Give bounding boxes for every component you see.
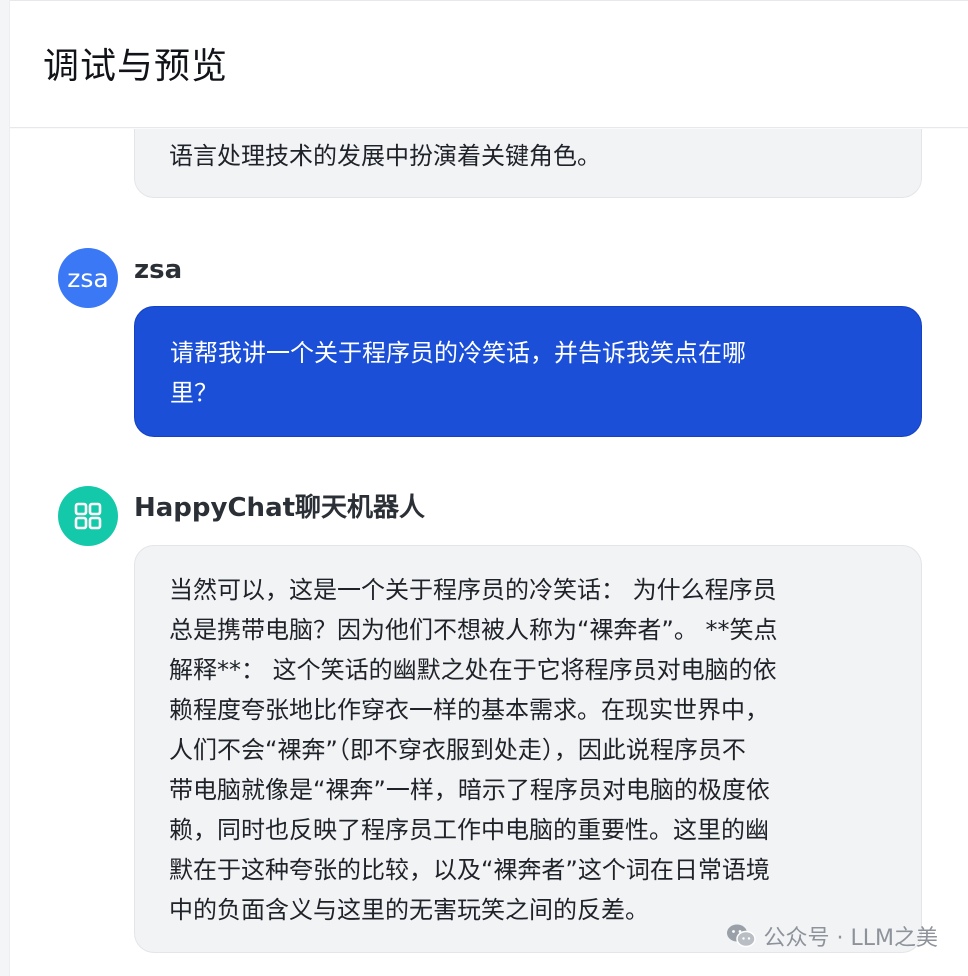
bot-message-line: 赖程度夸张地比作穿衣一样的基本需求。在现实世界中， [169,696,769,724]
bot-message-line: 总是携带电脑？因为他们不想被人称为“裸奔者”。 **笑点 [169,616,778,644]
bot-message-line: 解释**： 这个笑话的幽默之处在于它将程序员对电脑的依 [169,656,777,684]
bot-message-line: 带电脑就像是“裸奔”一样，暗示了程序员对电脑的极度依 [169,776,770,804]
user-name: zsa [134,255,183,285]
page-title: 调试与预览 [43,46,229,87]
bot-message-line: 中的负面含义与这里的无害玩笑之间的反差。 [169,896,649,924]
bot-name: HappyChat聊天机器人 [134,493,426,523]
chat-panel[interactable]: 语言处理技术的发展中扮演着关键角色。 zsa zsa 请帮我讲一个关于程序员的冷… [10,129,968,976]
bot-avatar[interactable] [58,486,118,546]
wechat-icon [726,924,756,948]
watermark-text: 公众号 · LLM之美 [763,926,938,951]
bot-message-line: 当然可以，这是一个关于程序员的冷笑话： 为什么程序员 [169,576,777,604]
bot-message-line: 默在于这种夸张的比较，以及“裸奔者”这个词在日常语境 [169,856,770,884]
bot-message-line: 人们不会“裸奔”（即不穿衣服到处走），因此说程序员不 [169,736,746,764]
bot-message-line: 赖，同时也反映了程序员工作中电脑的重要性。这里的幽 [169,816,769,844]
user-message-line: 请帮我讲一个关于程序员的冷笑话，并告诉我笑点在哪 [170,339,746,367]
previous-ai-message-text: 语言处理技术的发展中扮演着关键角色。 [169,142,601,170]
grid-icon [74,502,102,530]
user-avatar[interactable]: zsa [58,248,118,308]
bot-message: 当然可以，这是一个关于程序员的冷笑话： 为什么程序员 总是携带电脑？因为他们不想… [134,545,922,953]
watermark: 公众号 · LLM之美 [726,920,938,952]
user-message-line: 里？ [170,379,218,407]
left-panel-edge [0,0,10,976]
previous-ai-message: 语言处理技术的发展中扮演着关键角色。 [134,129,922,198]
app-frame: 调试与预览 语言处理技术的发展中扮演着关键角色。 zsa zsa 请帮我讲一个关… [0,0,968,976]
user-message: 请帮我讲一个关于程序员的冷笑话，并告诉我笑点在哪 里？ [134,306,922,437]
page-header: 调试与预览 [10,0,968,128]
